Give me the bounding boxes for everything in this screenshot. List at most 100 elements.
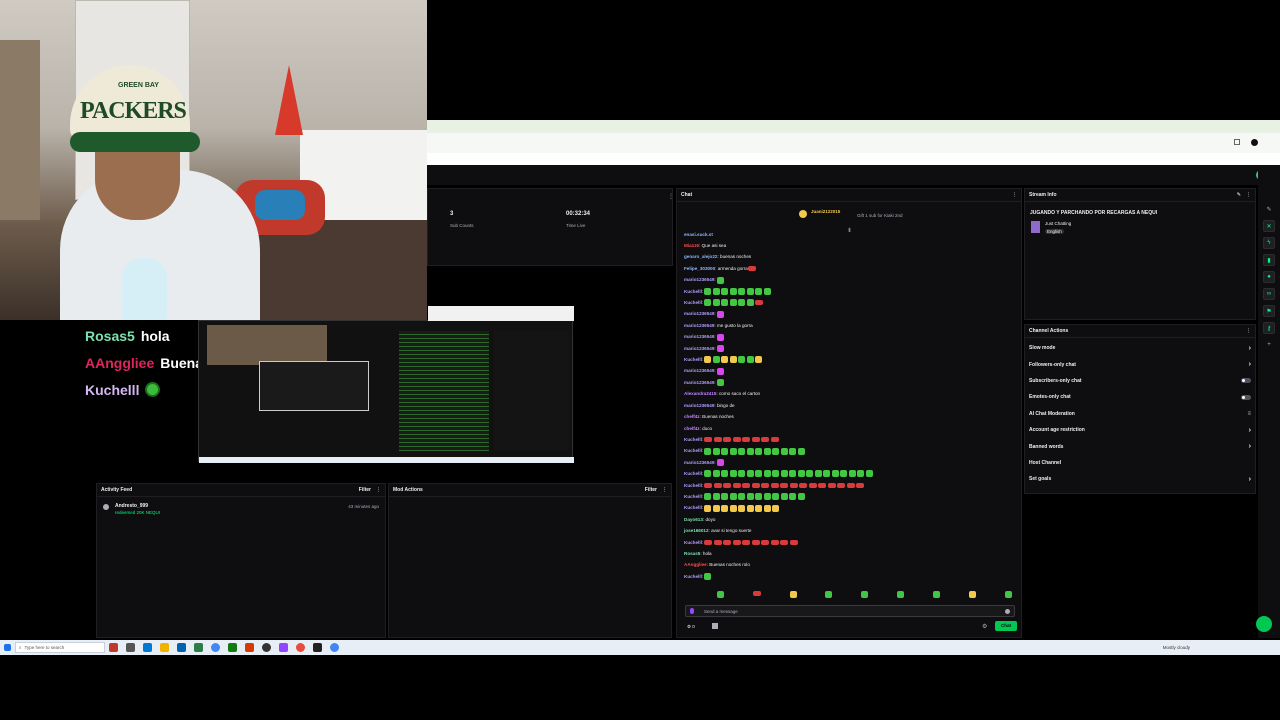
chat-user[interactable]: Kuchelll: [684, 471, 702, 476]
chat-user[interactable]: Kuchelll: [684, 437, 702, 442]
close-icon[interactable]: ✕: [1263, 220, 1275, 232]
chat-user[interactable]: enasi.suck.st: [684, 232, 713, 237]
chat-input[interactable]: Send a message: [685, 605, 1015, 617]
start-icon[interactable]: [4, 644, 11, 651]
settings-icon[interactable]: ⚙: [982, 623, 987, 630]
chat-user[interactable]: genaro_alejo22: [684, 254, 717, 259]
emote-icon[interactable]: [968, 591, 976, 598]
more-icon[interactable]: ⋮: [1246, 192, 1251, 198]
more-icon[interactable]: ⋮: [376, 487, 381, 493]
bits-icon[interactable]: [712, 623, 718, 629]
store-icon[interactable]: [177, 643, 186, 652]
chevron-right-icon[interactable]: ›: [1249, 361, 1251, 368]
activity-user[interactable]: Andresto_999: [115, 503, 148, 509]
chat-user[interactable]: mario1236549: [684, 346, 714, 351]
xbox-icon[interactable]: [194, 643, 203, 652]
chat-user[interactable]: Kuchelll: [684, 357, 702, 362]
chat-user[interactable]: mario1236549: [684, 311, 714, 316]
chat-user[interactable]: mario1236549: [684, 334, 714, 339]
emote-icon[interactable]: [825, 591, 833, 598]
more-icon[interactable]: ⋮: [668, 193, 674, 200]
excel-icon[interactable]: [228, 643, 237, 652]
channel-action-row[interactable]: Emotes-only chat: [1025, 389, 1255, 405]
points-icon[interactable]: ⚙ 0: [687, 624, 695, 630]
chat-user[interactable]: Kuchelll: [684, 289, 702, 294]
channel-action-row[interactable]: Host Channel: [1025, 455, 1255, 471]
app-icon[interactable]: [245, 643, 254, 652]
edit-icon[interactable]: ✎: [1237, 192, 1241, 198]
chat-user[interactable]: Felipe_303000: [684, 266, 715, 271]
chat-user[interactable]: chelf4z: [684, 414, 700, 419]
chat-user[interactable]: Kuchelll: [684, 574, 702, 579]
chevron-right-icon[interactable]: ›: [1249, 476, 1251, 483]
emote-icon[interactable]: [717, 591, 724, 598]
chat-user[interactable]: mario1236549: [684, 460, 714, 465]
twitch-icon[interactable]: [279, 643, 288, 652]
help-bubble-icon[interactable]: [1256, 616, 1272, 632]
chevron-right-icon[interactable]: ›: [1249, 443, 1251, 450]
chat-user[interactable]: Alexandra2415: [684, 391, 716, 396]
emote-icon[interactable]: [897, 591, 905, 598]
pinned-user[interactable]: Juani2122015: [811, 209, 840, 214]
channel-action-row[interactable]: Banned words ›: [1025, 438, 1255, 454]
filter-button[interactable]: Filter: [645, 487, 657, 493]
game-icon[interactable]: [109, 643, 118, 652]
chat-user[interactable]: Kuchelll: [684, 300, 702, 305]
category-name[interactable]: Just Chatting: [1045, 221, 1071, 226]
channel-action-row[interactable]: Subscribers-only chat: [1025, 373, 1255, 389]
chat-user[interactable]: Kuchelll: [684, 494, 702, 499]
file-explorer-icon[interactable]: [160, 643, 169, 652]
chat-user[interactable]: Mia1z6: [684, 243, 699, 248]
send-button[interactable]: Chat: [995, 621, 1017, 631]
emote-bar[interactable]: [717, 591, 1013, 599]
chat-user[interactable]: Kuchelll: [684, 540, 702, 545]
more-icon[interactable]: ⋮: [1012, 192, 1017, 198]
toggle-switch[interactable]: [1241, 378, 1251, 384]
emote-icon[interactable]: [1004, 591, 1012, 598]
settings-icon[interactable]: ≡: [1247, 411, 1251, 417]
scroll-down-icon[interactable]: ⇟: [847, 227, 852, 234]
emote-icon[interactable]: [932, 591, 940, 598]
more-icon[interactable]: ⋮: [1246, 328, 1251, 334]
chat-user[interactable]: jose166012: [684, 528, 709, 533]
channel-action-row[interactable]: Set goals ›: [1025, 471, 1255, 487]
chat-user[interactable]: mario1236549: [684, 380, 714, 385]
link-icon[interactable]: ∞: [1263, 288, 1275, 300]
chat-user[interactable]: Kuchelll: [684, 448, 702, 453]
flag-icon[interactable]: ⚑: [1263, 305, 1275, 317]
chat-user[interactable]: mario1236549: [684, 323, 714, 328]
chat-user[interactable]: Kuchelll: [684, 483, 702, 488]
chevron-right-icon[interactable]: ›: [1249, 345, 1251, 352]
browser-tab-strip[interactable]: [427, 120, 1280, 133]
chat-user[interactable]: mario1236549: [684, 277, 714, 282]
channel-action-row[interactable]: AI Chat Moderation ≡: [1025, 406, 1255, 422]
channel-action-row[interactable]: Account age restriction ›: [1025, 422, 1255, 438]
more-icon[interactable]: ⋮: [662, 487, 667, 493]
taskbar-search[interactable]: ⌕ Type here to search: [15, 642, 105, 653]
chat-user[interactable]: mario1236549: [684, 368, 714, 373]
channel-action-row[interactable]: Followers-only chat ›: [1025, 356, 1255, 372]
chat-user[interactable]: Dayo613: [684, 517, 703, 522]
channel-action-row[interactable]: Slow mode ›: [1025, 340, 1255, 356]
extensions-icon[interactable]: [1234, 139, 1240, 145]
browser-address-bar[interactable]: [427, 133, 1280, 153]
key-icon[interactable]: ⚷: [1263, 322, 1275, 334]
document-icon[interactable]: ▮: [1263, 254, 1275, 266]
emote-icon[interactable]: [861, 591, 869, 598]
add-icon[interactable]: +: [1263, 339, 1275, 351]
chat-user[interactable]: Kuchelll: [684, 505, 702, 510]
task-view-icon[interactable]: [126, 643, 135, 652]
chat-user[interactable]: chelf4z: [684, 426, 700, 431]
chrome-icon[interactable]: [211, 643, 220, 652]
app-icon[interactable]: [313, 643, 322, 652]
edge-icon[interactable]: [143, 643, 152, 652]
emote-icon[interactable]: [752, 591, 761, 596]
chevron-right-icon[interactable]: ›: [1249, 427, 1251, 434]
weather-text[interactable]: Mostly cloudy: [1163, 645, 1190, 650]
toggle-switch[interactable]: [1241, 394, 1251, 400]
mic-icon[interactable]: [690, 608, 694, 614]
filter-button[interactable]: Filter: [359, 487, 371, 493]
chrome-icon[interactable]: [330, 643, 339, 652]
emote-picker-icon[interactable]: [1005, 609, 1010, 614]
chat-user[interactable]: Rosas5: [684, 551, 700, 556]
